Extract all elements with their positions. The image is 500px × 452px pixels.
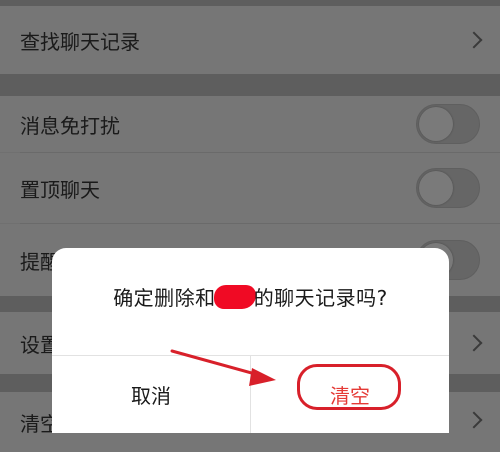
chevron-right-icon	[465, 334, 483, 352]
dialog-message-prefix: 确定删除和	[113, 286, 216, 310]
search-chat-history-row[interactable]: 查找聊天记录	[0, 6, 500, 74]
mute-notifications-row: 消息免打扰	[0, 96, 500, 152]
dialog-message-suffix: 的聊天记录吗?	[253, 286, 388, 310]
dialog-message: 确定删除和 的聊天记录吗?	[52, 282, 449, 311]
confirm-clear-dialog: 确定删除和 的聊天记录吗? 取消 清空	[52, 248, 449, 433]
mute-notifications-toggle[interactable]	[416, 104, 480, 144]
cancel-button[interactable]: 取消	[52, 356, 250, 433]
mute-notifications-label: 消息免打扰	[20, 113, 120, 138]
section-gap	[0, 74, 500, 96]
highlight-circle	[297, 364, 401, 410]
pin-chat-label: 置顶聊天	[20, 177, 100, 202]
pin-chat-row: 置顶聊天	[0, 153, 500, 223]
search-chat-history-label: 查找聊天记录	[20, 29, 140, 54]
chevron-right-icon	[465, 31, 483, 49]
pin-chat-toggle[interactable]	[416, 168, 480, 208]
redacted-contact-name	[213, 285, 256, 309]
chevron-right-icon	[465, 411, 483, 429]
